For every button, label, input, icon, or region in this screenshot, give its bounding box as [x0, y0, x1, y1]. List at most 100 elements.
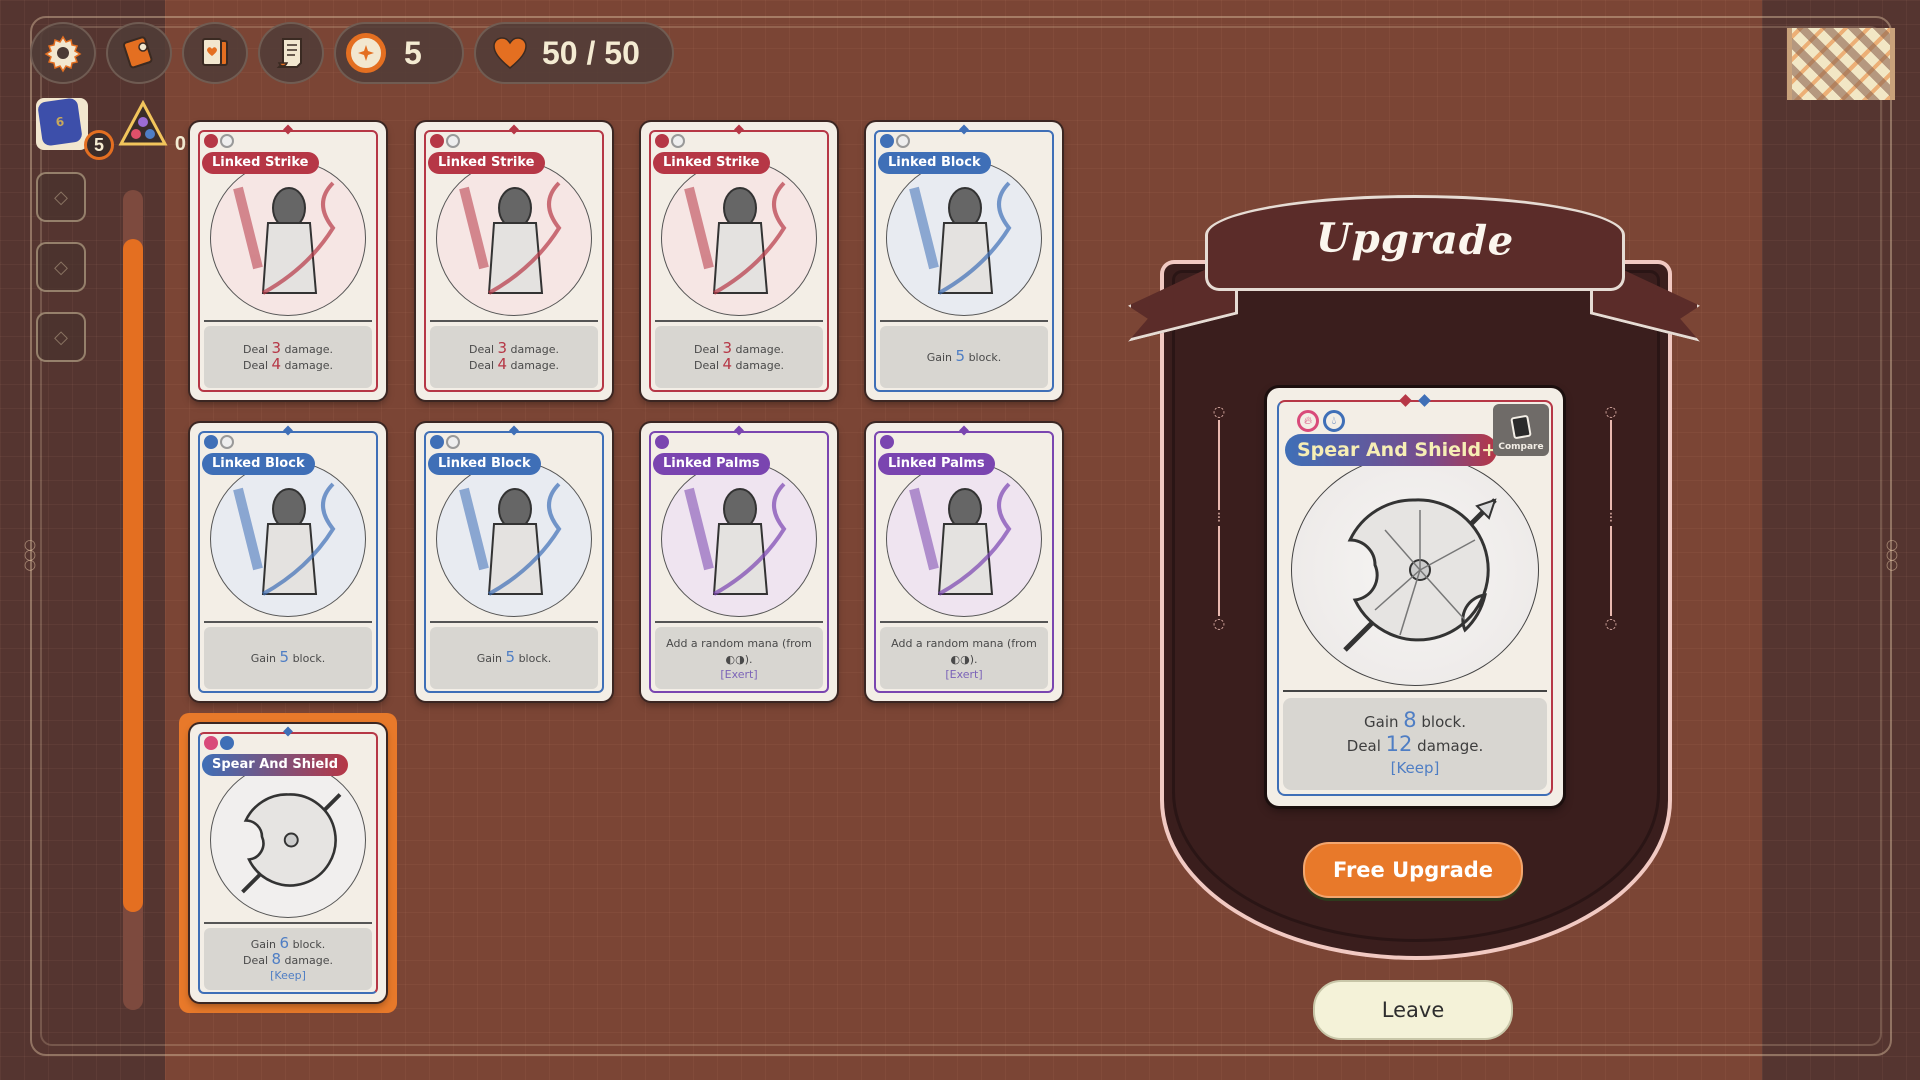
mana-icon: [655, 134, 669, 148]
top-bar: 5 50 / 50: [30, 22, 674, 84]
relic-slots: ◇ ◇ ◇: [36, 172, 86, 362]
card-description: Deal 3 damage. Deal 4 damage.: [430, 326, 598, 388]
deck-card[interactable]: Linked Strike Deal 3 damage. Deal 4 damage…: [641, 122, 837, 400]
card-title: Linked Palms: [653, 453, 770, 475]
frame-ornament-left: ○ ○ ○: [23, 537, 37, 573]
mana-cost: [430, 435, 460, 449]
mana-cost: [204, 435, 234, 449]
deck-card[interactable]: Linked Palms Add a random mana (from ◐◑).[…: [866, 423, 1062, 701]
card-description: Gain 5 block.: [204, 627, 372, 689]
card-art: [210, 461, 366, 617]
coin-icon: [346, 33, 386, 73]
resources: 6 5 0: [36, 97, 186, 160]
card-description: Deal 3 damage. Deal 4 damage.: [204, 326, 372, 388]
mana-prism[interactable]: 0: [118, 99, 186, 155]
upgraded-card-preview[interactable]: 🔥︎ 💧︎ Spear And Shield+ Compare Gain 8 b…: [1267, 388, 1563, 806]
card-description: Gain 5 block.: [880, 326, 1048, 388]
journal-icon: [123, 36, 153, 69]
minimap[interactable]: [1787, 28, 1895, 100]
deck-card[interactable]: Linked Strike Deal 3 damage. Deal 4 damage…: [416, 122, 612, 400]
card-art: [436, 160, 592, 316]
compare-label: Compare: [1498, 442, 1544, 452]
card-description: Gain 5 block.: [430, 627, 598, 689]
any-mana-icon: [220, 134, 234, 148]
card-title: Linked Block: [428, 453, 541, 475]
card-keyword: [Exert]: [720, 667, 758, 681]
deck-icon: [202, 38, 228, 66]
relic-slot-empty[interactable]: ◇: [36, 242, 86, 292]
mana-cost: [655, 134, 685, 148]
relic-slot-empty[interactable]: ◇: [36, 312, 86, 362]
mana-icon: [880, 134, 894, 148]
deck-card[interactable]: Linked Block Gain 5 block.: [866, 122, 1062, 400]
mana-icon: [204, 435, 218, 449]
mana-cost: [880, 134, 910, 148]
card-art: [210, 762, 366, 918]
gear-icon: [44, 35, 82, 73]
compare-cards-icon: [1510, 414, 1532, 440]
upgrade-title: Upgrade: [1315, 213, 1515, 265]
mana-icon: [655, 435, 669, 449]
card-art: [661, 160, 817, 316]
card-art: [886, 160, 1042, 316]
mana-cost: [204, 134, 234, 148]
card-description: Deal 3 damage. Deal 4 damage.: [655, 326, 823, 388]
card-description: Add a random mana (from ◐◑). [Exert]: [655, 627, 823, 689]
deck-card[interactable]: Linked Strike Deal 3 damage. Deal 4 damage…: [190, 122, 386, 400]
upgrade-banner: Upgrade: [1205, 195, 1625, 291]
deck-button[interactable]: [182, 22, 248, 84]
fire-mana-icon: 🔥︎: [1297, 410, 1319, 432]
journal-button[interactable]: [106, 22, 172, 84]
card-title: Linked Strike: [202, 152, 319, 174]
deck-card[interactable]: Linked Block Gain 5 block.: [416, 423, 612, 701]
gold-amount: 5: [404, 34, 422, 71]
any-mana-icon: [446, 134, 460, 148]
water-mana-icon: 💧︎: [1323, 410, 1345, 432]
relic-slot-empty[interactable]: ◇: [36, 172, 86, 222]
unknown-relic-icon: ◇: [54, 186, 68, 208]
settings-button[interactable]: [30, 22, 96, 84]
unknown-relic-icon: ◇: [54, 326, 68, 348]
mana-cost: 🔥︎ 💧︎: [1297, 410, 1345, 432]
panel-ornament-right: ◌ ⁝ ◌: [1604, 404, 1618, 632]
card-gems: [1399, 394, 1431, 407]
mana-icon: [430, 435, 444, 449]
mana-cost: [204, 736, 234, 750]
health-counter: 50 / 50: [474, 22, 674, 84]
health-amount: 50 / 50: [542, 34, 640, 71]
dice-count: 5: [84, 130, 114, 160]
spear-shield-art: [1343, 498, 1497, 652]
gold-counter: 5: [334, 22, 464, 84]
mana-icon: [880, 435, 894, 449]
card-title: Linked Strike: [428, 152, 545, 174]
card-description: Add a random mana (from ◐◑). [Exert]: [880, 627, 1048, 689]
deck-card[interactable]: Spear And Shield Gain 6 block. Deal 8 dama…: [190, 724, 386, 1002]
mana-cost: [655, 435, 669, 449]
compare-button[interactable]: Compare: [1493, 404, 1549, 456]
free-upgrade-button[interactable]: Free Upgrade: [1303, 842, 1523, 898]
card-description: Gain 6 block. Deal 8 damage. [Keep]: [204, 928, 372, 990]
deck-card[interactable]: Linked Palms Add a random mana (from ◐◑).[…: [641, 423, 837, 701]
mana-cost: [430, 134, 460, 148]
leave-button[interactable]: Leave: [1313, 980, 1513, 1040]
card-art: [661, 461, 817, 617]
scrollbar-thumb[interactable]: [123, 239, 143, 912]
deck-card[interactable]: Linked Block Gain 5 block.: [190, 423, 386, 701]
any-mana-icon: [671, 134, 685, 148]
mana-icon: [204, 134, 218, 148]
mana-cost: [880, 435, 894, 449]
dice-icon: 6: [37, 97, 83, 147]
mana-icon: [430, 134, 444, 148]
card-title: Spear And Shield+: [1285, 434, 1497, 466]
dice-resource[interactable]: 6 5: [36, 97, 114, 160]
prism-icon: [118, 99, 168, 146]
quest-log-button[interactable]: [258, 22, 324, 84]
scroll-icon: [276, 38, 302, 68]
card-keyword: [Exert]: [945, 667, 983, 681]
card-art: [1291, 454, 1539, 686]
card-keyword: [Keep]: [270, 968, 306, 982]
card-title: Linked Strike: [653, 152, 770, 174]
keyword-keep: [Keep]: [1390, 759, 1440, 777]
panel-ornament-left: ◌ ⁝ ◌: [1212, 404, 1226, 632]
card-art: [436, 461, 592, 617]
